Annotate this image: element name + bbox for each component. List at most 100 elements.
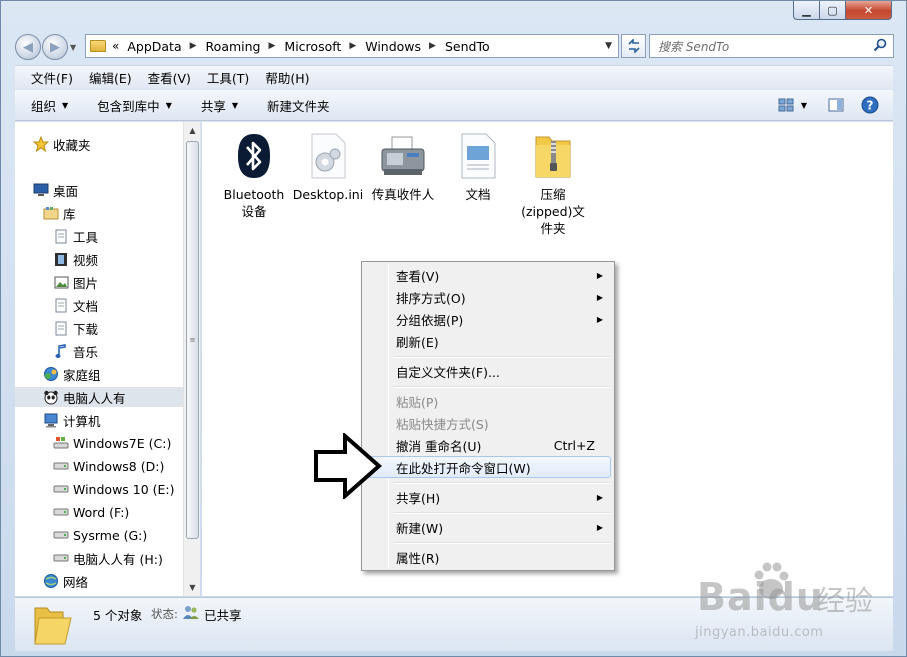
tree-favorites[interactable]: 收藏夹: [33, 134, 91, 154]
menu-item-group[interactable]: 分组依据(P) ▶: [365, 308, 611, 330]
watermark-url: jingyan.baidu.com: [695, 625, 824, 640]
organize-label: 组织: [31, 98, 57, 114]
tree-drive-e[interactable]: Windows 10 (E:): [53, 479, 175, 499]
navigation-bar: ◀ ▶ ▼ « AppData ▶ Roaming ▶ Microsoft ▶ Win…: [11, 31, 895, 61]
navigation-pane[interactable]: 收藏夹 桌面 库 工具 视频 图片 文档 下载 音乐 家庭组 电脑人人有 计算机…: [15, 122, 185, 596]
menu-item-undo-rename[interactable]: 撤消 重命名(U) Ctrl+Z: [365, 434, 611, 456]
tree-network[interactable]: 网络: [43, 571, 88, 591]
menu-label: 新建(W): [396, 520, 444, 536]
minimize-button[interactable]: ▁: [793, 1, 820, 20]
file-item[interactable]: 压缩(zipped)文件夹: [518, 132, 588, 237]
file-item[interactable]: 传真收件人: [368, 132, 438, 203]
close-button[interactable]: ✕: [846, 1, 892, 20]
tree-computer[interactable]: 计算机: [43, 410, 101, 430]
file-label: Bluetooth 设备: [223, 187, 285, 219]
tree-tools[interactable]: 工具: [53, 226, 98, 246]
menu-item-paste-shortcut: 粘贴快捷方式(S): [365, 412, 611, 434]
nav-scrollbar[interactable]: ▲ ≡ ▼: [183, 122, 200, 596]
menu-label: 排序方式(O): [396, 290, 466, 306]
menu-item-customize[interactable]: 自定义文件夹(F)...: [365, 360, 611, 382]
tree-documents[interactable]: 文档: [53, 295, 98, 315]
forward-button[interactable]: ▶: [42, 34, 68, 60]
tree-libraries[interactable]: 库: [43, 203, 76, 223]
file-item[interactable]: Bluetooth 设备: [219, 132, 289, 220]
menu-label: 自定义文件夹(F)...: [396, 364, 500, 380]
tree-downloads[interactable]: 下载: [53, 318, 98, 338]
menu-item-view[interactable]: 查看(V) ▶: [365, 264, 611, 286]
file-label: 传真收件人: [371, 187, 435, 202]
include-in-library-button[interactable]: 包含到库中 ▼: [97, 96, 172, 115]
tree-homegroup[interactable]: 家庭组: [43, 364, 101, 384]
search-icon[interactable]: [873, 38, 887, 52]
back-button[interactable]: ◀: [15, 34, 41, 60]
watermark-suffix: 经验: [817, 584, 874, 617]
menu-tools[interactable]: 工具(T): [207, 68, 249, 87]
tree-label: Windows 10 (E:): [73, 481, 175, 497]
help-button[interactable]: ?: [861, 96, 879, 114]
menu-file[interactable]: 文件(F): [31, 68, 73, 87]
view-dropdown-icon[interactable]: ▼: [801, 101, 807, 110]
new-folder-button[interactable]: 新建文件夹: [267, 96, 330, 115]
state-value: 已共享: [204, 608, 242, 623]
share-with-button[interactable]: 共享 ▼: [201, 96, 238, 115]
menu-label: 在此处打开命令窗口(W): [396, 460, 531, 476]
tree-desktop[interactable]: 桌面: [33, 180, 78, 200]
menu-item-new[interactable]: 新建(W) ▶: [365, 516, 611, 538]
drive-icon: [53, 504, 69, 520]
menu-view[interactable]: 查看(V): [148, 68, 191, 87]
chevron-down-icon: ▼: [62, 100, 69, 110]
change-view-button[interactable]: [777, 96, 795, 114]
tree-drive-f[interactable]: Word (F:): [53, 502, 129, 522]
chevron-right-icon[interactable]: ▶: [190, 41, 197, 51]
menu-item-refresh[interactable]: 刷新(E): [365, 330, 611, 352]
preview-pane-button[interactable]: [827, 96, 845, 114]
zip-folder-icon: [529, 132, 577, 180]
scroll-thumb[interactable]: ≡: [186, 141, 199, 539]
tree-label: 家庭组: [63, 367, 101, 383]
tree-drive-d[interactable]: Windows8 (D:): [53, 456, 164, 476]
menu-edit[interactable]: 编辑(E): [89, 68, 132, 87]
scroll-up-icon[interactable]: ▲: [184, 122, 201, 139]
tree-pc-everyone[interactable]: 电脑人人有: [15, 387, 183, 407]
menu-item-share[interactable]: 共享(H) ▶: [365, 486, 611, 508]
tree-drive-c[interactable]: Windows7E (C:): [53, 433, 171, 453]
menu-item-open-command-window[interactable]: 在此处打开命令窗口(W): [365, 456, 611, 478]
search-input[interactable]: 搜索 SendTo: [649, 34, 894, 58]
menu-item-properties[interactable]: 属性(R): [365, 546, 611, 568]
tree-music[interactable]: 音乐: [53, 341, 98, 361]
address-dropdown-icon[interactable]: ▼: [605, 41, 612, 51]
breadcrumb-appdata[interactable]: AppData: [127, 39, 181, 54]
breadcrumb-windows[interactable]: Windows: [365, 39, 421, 54]
maximize-button[interactable]: ▢: [820, 1, 846, 20]
chevron-right-icon[interactable]: ▶: [429, 41, 436, 51]
tree-label: 计算机: [63, 413, 101, 429]
recent-pages-dropdown[interactable]: ▼: [70, 43, 76, 52]
refresh-button[interactable]: [621, 34, 646, 58]
file-item[interactable]: Desktop.ini: [293, 132, 363, 203]
file-label: 压缩(zipped)文件夹: [521, 187, 585, 236]
tree-pictures[interactable]: 图片: [53, 272, 98, 292]
menu-item-sort[interactable]: 排序方式(O) ▶: [365, 286, 611, 308]
include-label: 包含到库中: [97, 98, 160, 114]
scroll-down-icon[interactable]: ▼: [184, 579, 201, 596]
tree-videos[interactable]: 视频: [53, 249, 98, 269]
network-icon: [43, 573, 59, 589]
address-bar[interactable]: « AppData ▶ Roaming ▶ Microsoft ▶ Windows ▶ …: [85, 34, 619, 58]
organize-button[interactable]: 组织 ▼: [31, 96, 68, 115]
chevron-right-icon[interactable]: ▶: [349, 41, 356, 51]
chevron-right-icon[interactable]: ▶: [269, 41, 276, 51]
menu-separator: [394, 482, 610, 484]
shortcut-label: Ctrl+Z: [553, 437, 595, 453]
menu-help[interactable]: 帮助(H): [265, 68, 309, 87]
tree-drive-g[interactable]: Sysrme (G:): [53, 525, 147, 545]
breadcrumb-roaming[interactable]: Roaming: [206, 39, 261, 54]
menu-label: 分组依据(P): [396, 312, 464, 328]
menu-separator: [394, 542, 610, 544]
breadcrumb-microsoft[interactable]: Microsoft: [284, 39, 341, 54]
tree-drive-h[interactable]: 电脑人人有 (H:): [53, 548, 163, 568]
breadcrumb-sendto[interactable]: SendTo: [445, 39, 490, 54]
overflow-crumb[interactable]: «: [112, 39, 119, 53]
tree-label: 电脑人人有: [63, 390, 126, 406]
file-item[interactable]: 文档: [443, 132, 513, 203]
menu-separator: [394, 356, 610, 358]
